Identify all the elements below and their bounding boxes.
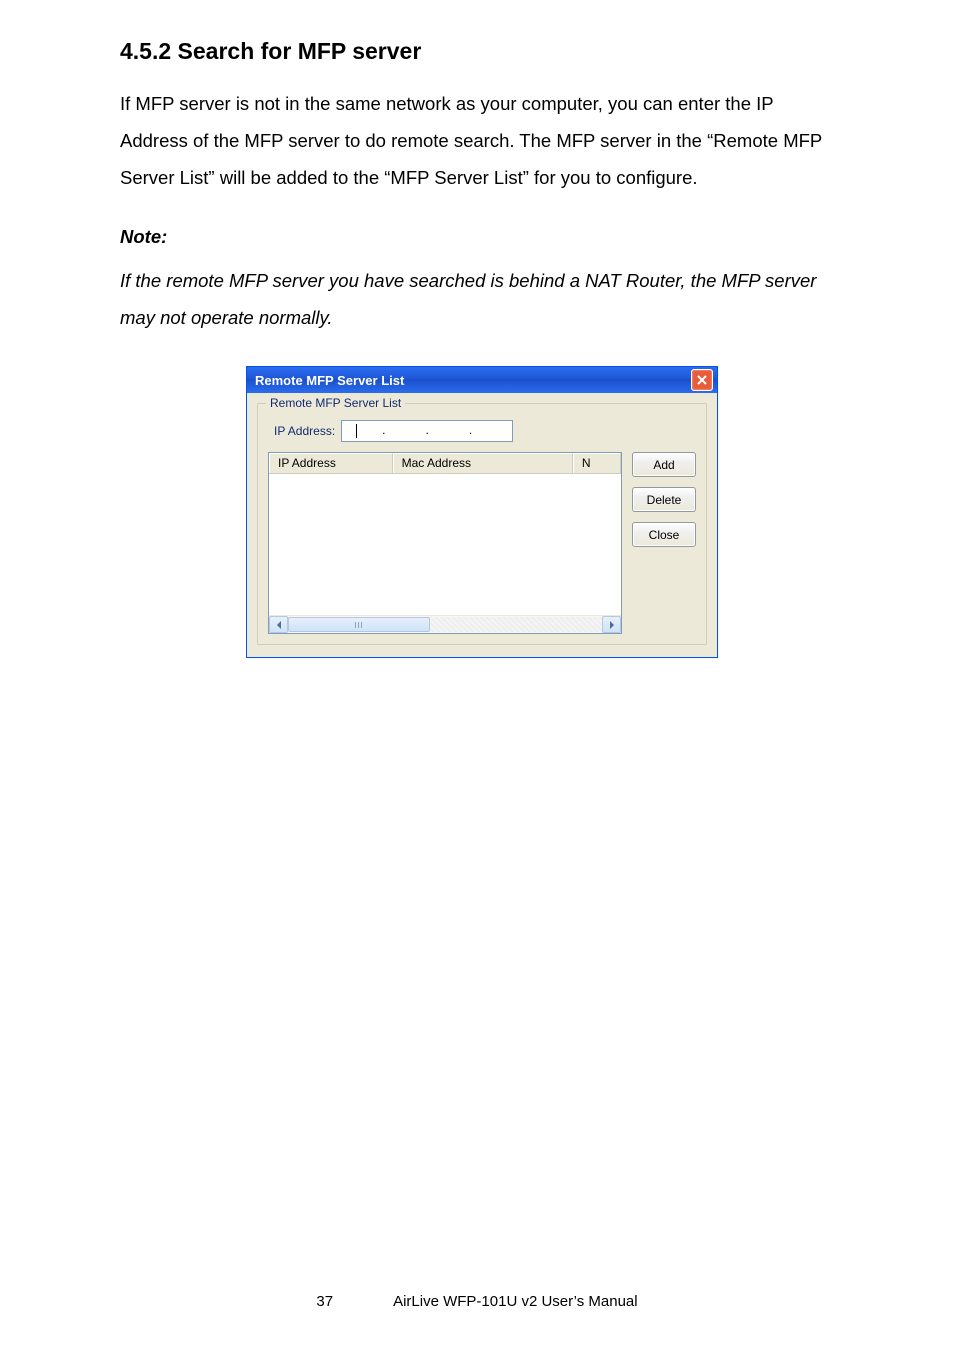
ip-octet-1[interactable] [342, 421, 382, 441]
close-button[interactable]: Close [632, 522, 696, 547]
column-mac-address[interactable]: Mac Address [393, 453, 573, 473]
note-text: If the remote MFP server you have search… [120, 262, 844, 336]
dialog-title: Remote MFP Server List [255, 373, 404, 388]
groupbox-label: Remote MFP Server List [266, 396, 405, 410]
column-ip-address[interactable]: IP Address [269, 453, 393, 473]
text-caret [356, 424, 357, 438]
remote-list-groupbox: Remote MFP Server List IP Address: . . . [257, 403, 707, 645]
scroll-right-icon[interactable] [602, 616, 621, 633]
ip-address-input[interactable]: . . . [341, 420, 513, 442]
scroll-track[interactable] [288, 616, 602, 633]
add-button[interactable]: Add [632, 452, 696, 477]
horizontal-scrollbar[interactable] [269, 615, 621, 633]
page-footer: 37 AirLive WFP-101U v2 User’s Manual [0, 1293, 954, 1310]
scroll-left-icon[interactable] [269, 616, 288, 633]
listview-body[interactable] [269, 474, 621, 615]
ip-octet-3[interactable] [429, 421, 469, 441]
ip-octet-2[interactable] [386, 421, 426, 441]
section-heading: 4.5.2 Search for MFP server [120, 38, 844, 65]
page-number: 37 [316, 1293, 333, 1310]
ip-octet-4[interactable] [472, 421, 512, 441]
note-label: Note: [120, 226, 844, 248]
delete-button[interactable]: Delete [632, 487, 696, 512]
scroll-thumb[interactable] [288, 617, 430, 632]
close-icon[interactable] [691, 369, 713, 391]
section-paragraph: If MFP server is not in the same network… [120, 85, 844, 196]
column-n[interactable]: N [573, 453, 621, 473]
listview-header: IP Address Mac Address N [269, 453, 621, 474]
remote-mfp-dialog: Remote MFP Server List Remote MFP Server… [246, 366, 718, 658]
titlebar[interactable]: Remote MFP Server List [247, 367, 717, 393]
ip-address-label: IP Address: [274, 424, 335, 438]
server-listview[interactable]: IP Address Mac Address N [268, 452, 622, 634]
manual-title: AirLive WFP-101U v2 User’s Manual [393, 1293, 638, 1310]
